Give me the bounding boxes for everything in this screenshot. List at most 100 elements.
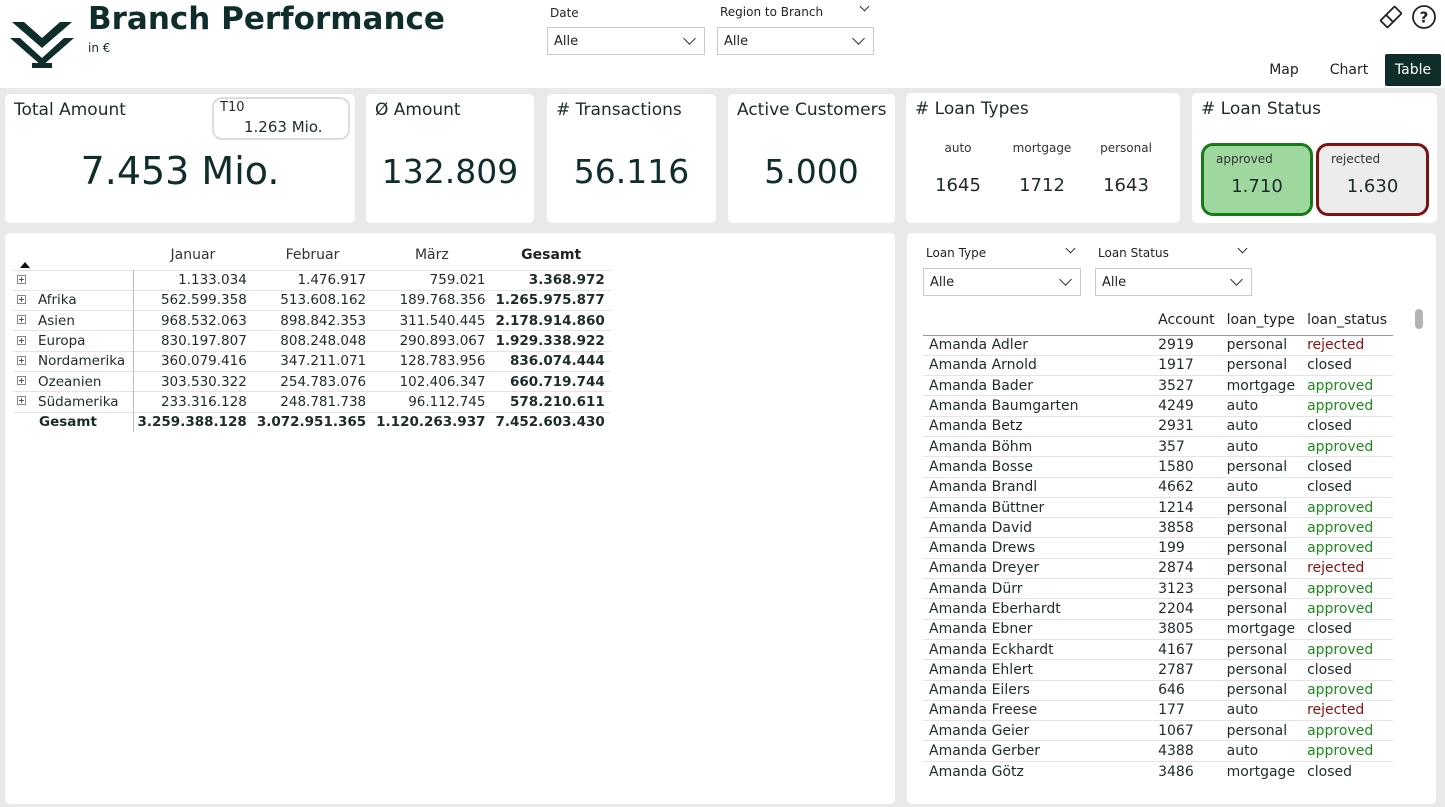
column-header[interactable]: März — [372, 240, 491, 270]
table-row[interactable]: Amanda Götz 3486 mortgage closed — [923, 760, 1393, 782]
nav-chart-button[interactable]: Chart — [1322, 54, 1376, 86]
approved-status-box[interactable]: approved 1.710 — [1201, 143, 1313, 216]
customer-name-cell: Amanda Dreyer — [923, 557, 1153, 579]
table-row[interactable]: Amanda Baumgarten 4249 auto approved — [923, 395, 1393, 417]
expand-plus-icon[interactable] — [17, 274, 26, 284]
nav-map-button[interactable]: Map — [1261, 54, 1307, 86]
table-row[interactable]: Amanda Bosse 1580 personal closed — [923, 456, 1393, 478]
matrix-cell: 898.842.353 — [252, 310, 373, 331]
nav-table-button[interactable]: Table — [1385, 54, 1441, 86]
matrix-cell: 254.783.076 — [252, 370, 373, 392]
table-scrollbar[interactable] — [1415, 309, 1423, 329]
loan-status-filter-value: Alle — [1102, 275, 1127, 290]
loan-type-cell: auto — [1220, 699, 1302, 721]
customer-name-cell: Amanda Baumgarten — [923, 395, 1153, 417]
table-row[interactable]: Amanda Ehlert 2787 personal closed — [923, 659, 1393, 681]
row-header[interactable]: Nordamerika — [13, 350, 134, 372]
table-row[interactable]: Amanda David 3858 personal approved — [923, 517, 1393, 538]
table-row[interactable]: Amanda Bader 3527 mortgage approved — [923, 375, 1393, 396]
expand-plus-icon[interactable] — [17, 396, 26, 406]
matrix-cell: 102.406.347 — [372, 370, 492, 392]
matrix-row: Asien 968.532.063 898.842.353 311.540.445 2.… — [13, 310, 611, 331]
column-header[interactable]: Gesamt — [491, 240, 610, 270]
matrix-cell: 562.599.358 — [133, 289, 253, 311]
table-row[interactable]: Amanda Böhm 357 auto approved — [923, 435, 1393, 457]
column-header-name[interactable] — [923, 305, 1152, 335]
account-number-cell: 177 — [1152, 699, 1221, 721]
table-row[interactable]: Amanda Geier 1067 personal approved — [923, 720, 1393, 741]
loan-status-filter-dropdown[interactable]: Alle — [1095, 268, 1252, 296]
loan-status-cell: closed — [1301, 354, 1393, 376]
column-header[interactable]: Januar — [133, 240, 253, 270]
card-title: Active Customers — [737, 100, 887, 120]
table-row[interactable]: Amanda Gerber 4388 auto approved — [923, 740, 1393, 762]
loan-type-cell: personal — [1220, 354, 1302, 376]
table-row[interactable]: Amanda Eilers 646 personal approved — [923, 679, 1393, 701]
top10-value: 1.263 Mio. — [244, 118, 323, 136]
table-row[interactable]: Amanda Dreyer 2874 personal rejected — [923, 557, 1393, 579]
table-row[interactable]: Amanda Arnold 1917 personal closed — [923, 354, 1393, 376]
account-number-cell: 1214 — [1152, 496, 1221, 518]
account-number-cell: 1917 — [1152, 354, 1221, 376]
account-number-cell: 2204 — [1152, 598, 1221, 620]
column-header[interactable]: Februar — [253, 240, 372, 270]
table-row[interactable]: Amanda Eberhardt 2204 personal approved — [923, 598, 1393, 620]
row-header[interactable]: Asien — [13, 310, 134, 331]
customer-name-cell: Amanda Adler — [923, 334, 1153, 356]
table-row[interactable]: Amanda Freese 177 auto rejected — [923, 699, 1393, 721]
loan-type-filter-label: Loan Type — [926, 246, 987, 260]
top10-box: T10 1.263 Mio. — [212, 97, 350, 140]
customer-name-cell: Amanda Bosse — [923, 456, 1153, 478]
table-row[interactable]: Amanda Adler 2919 personal rejected — [923, 334, 1393, 356]
expand-plus-icon[interactable] — [17, 315, 26, 325]
table-row[interactable]: Amanda Drews 199 personal approved — [923, 537, 1393, 559]
customer-name-cell: Amanda Götz — [923, 760, 1153, 782]
status-label: rejected — [1331, 152, 1381, 166]
expand-plus-icon[interactable] — [17, 355, 26, 365]
column-header-account[interactable]: Account — [1152, 305, 1221, 335]
column-header-loan-type[interactable]: loan_type — [1221, 305, 1301, 335]
loan-type-cell: personal — [1220, 334, 1302, 356]
active-customers-card: Active Customers 5.000 — [728, 94, 895, 223]
table-row[interactable]: Amanda Eckhardt 4167 personal approved — [923, 638, 1393, 660]
row-header[interactable]: Ozeanien — [13, 370, 134, 392]
status-label: approved — [1216, 152, 1273, 166]
loan-type-cell: personal — [1220, 598, 1302, 620]
region-filter-dropdown[interactable]: Alle — [717, 27, 874, 55]
chevron-down-icon[interactable] — [859, 1, 870, 12]
row-header[interactable]: Afrika — [13, 289, 134, 311]
loan-status-cell: closed — [1301, 476, 1393, 498]
chevron-down-icon — [683, 32, 696, 45]
account-number-cell: 3858 — [1152, 517, 1221, 538]
card-title: # Loan Types — [915, 99, 1029, 119]
eraser-icon[interactable] — [1378, 5, 1404, 29]
matrix-cell: 1.265.975.877 — [491, 289, 611, 311]
matrix-total-cell: 3.259.388.128 — [133, 411, 253, 433]
matrix-row: 1.133.034 1.476.917 759.021 3.368.972 — [13, 269, 611, 291]
loan-type-cell: personal — [1220, 578, 1302, 599]
customer-name-cell: Amanda David — [923, 517, 1153, 538]
expand-plus-icon[interactable] — [17, 335, 26, 345]
loan-type-value: 1645 — [935, 175, 981, 196]
table-row[interactable]: Amanda Betz 2931 auto closed — [923, 415, 1393, 437]
table-row[interactable]: Amanda Büttner 1214 personal approved — [923, 496, 1393, 518]
table-row[interactable]: Amanda Ebner 3805 mortgage closed — [923, 618, 1393, 640]
loan-type-filter-dropdown[interactable]: Alle — [923, 268, 1081, 296]
header: Branch Performance in € Date Alle Region… — [0, 0, 1445, 88]
expand-plus-icon[interactable] — [17, 376, 26, 386]
loan-status-cell: approved — [1301, 517, 1393, 538]
date-filter-dropdown[interactable]: Alle — [547, 27, 705, 55]
table-row[interactable]: Amanda Dürr 3123 personal approved — [923, 578, 1393, 599]
expand-plus-icon[interactable] — [17, 294, 26, 304]
account-number-cell: 3805 — [1152, 618, 1221, 640]
rejected-status-box[interactable]: rejected 1.630 — [1316, 143, 1429, 216]
column-header-loan-status[interactable]: loan_status — [1301, 305, 1393, 335]
row-header[interactable] — [13, 269, 134, 291]
help-icon[interactable]: ? — [1411, 4, 1437, 30]
row-header[interactable]: Südamerika — [13, 391, 134, 413]
row-header[interactable]: Europa — [13, 330, 134, 352]
loan-type-cell: personal — [1220, 517, 1302, 538]
account-number-cell: 2919 — [1152, 334, 1221, 356]
loan-type-cell: personal — [1220, 537, 1302, 559]
table-row[interactable]: Amanda Brandl 4662 auto closed — [923, 476, 1393, 498]
